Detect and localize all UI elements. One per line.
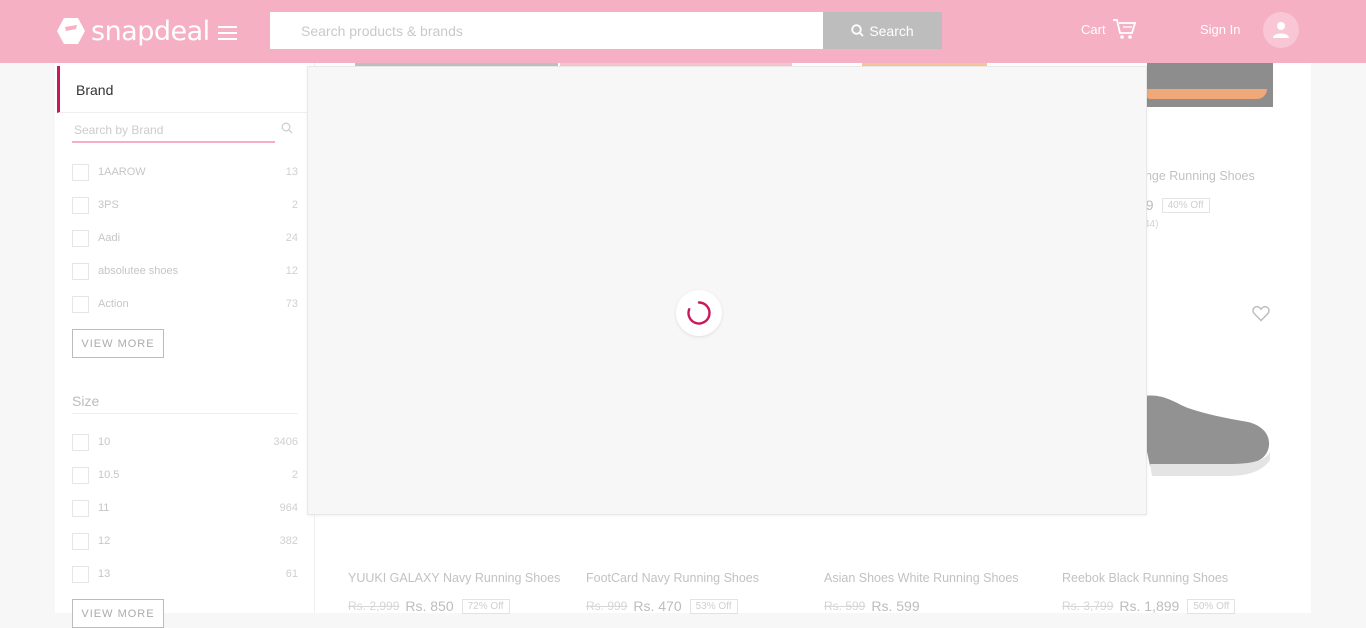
size-filter-option[interactable]: 10 3406 — [72, 433, 298, 451]
filter-count: 382 — [279, 535, 298, 547]
filter-label: 10.5 — [98, 469, 120, 481]
filter-count: 12 — [285, 265, 298, 277]
product-title[interactable]: ange Running Shoes — [1138, 169, 1255, 183]
size-filter-option[interactable]: 10.5 2 — [72, 466, 298, 484]
size-filter-option[interactable]: 11 964 — [72, 499, 298, 517]
size-filter-option[interactable]: 13 61 — [72, 565, 298, 583]
product-title[interactable]: Asian Shoes White Running Shoes — [824, 571, 1019, 585]
checkbox[interactable] — [72, 433, 89, 451]
cart-label: Cart — [1081, 21, 1106, 37]
loading-overlay — [307, 66, 1147, 515]
product-price-row: Rs. 3,799 Rs. 1,899 50% Off — [1062, 598, 1236, 614]
filter-label: absolutee shoes — [98, 265, 179, 277]
product-price-row: Rs. 999 Rs. 470 53% Off — [586, 598, 738, 614]
filter-count: 2 — [291, 469, 298, 481]
user-avatar[interactable] — [1263, 12, 1299, 48]
product-price-row: 99 40% Off — [1138, 197, 1210, 213]
size-view-more-button[interactable]: VIEW MORE — [72, 599, 164, 628]
checkbox[interactable] — [72, 466, 89, 484]
product-price: Rs. 599 — [871, 598, 920, 614]
menu-icon[interactable] — [218, 26, 237, 40]
checkbox[interactable] — [72, 499, 89, 517]
brand-filter-option[interactable]: absolutee shoes 12 — [72, 262, 298, 280]
filter-label: 13 — [98, 568, 111, 580]
product-price: Rs. 850 — [405, 598, 454, 614]
filter-count: 24 — [285, 232, 298, 244]
user-icon — [1273, 22, 1289, 38]
cart-button[interactable]: Cart — [1081, 18, 1136, 40]
product-title[interactable]: YUUKI GALAXY Navy Running Shoes — [348, 571, 560, 585]
checkbox[interactable] — [72, 262, 89, 280]
product-title[interactable]: FootCard Navy Running Shoes — [586, 571, 759, 585]
snapdeal-logo-icon — [57, 18, 85, 44]
wishlist-heart-icon[interactable] — [1252, 305, 1270, 322]
discount-badge: 40% Off — [1161, 197, 1210, 213]
product-price: Rs. 1,899 — [1119, 598, 1180, 614]
search-icon — [851, 24, 864, 37]
product-price-row: Rs. 599 Rs. 599 — [824, 598, 920, 614]
brand-filter-option[interactable]: 3PS 2 — [72, 196, 298, 214]
product-image[interactable] — [1130, 378, 1275, 482]
sign-in-link[interactable]: Sign In — [1200, 22, 1240, 37]
search-button-label: Search — [869, 22, 914, 39]
filter-label: 3PS — [98, 199, 119, 211]
search-input[interactable]: Search products & brands — [270, 12, 823, 49]
checkbox[interactable] — [72, 532, 89, 550]
spinner-icon — [687, 301, 711, 325]
cart-icon — [1112, 19, 1136, 39]
brand-filter-header[interactable]: Brand — [57, 66, 315, 113]
original-price: Rs. 2,999 — [348, 599, 400, 613]
snapdeal-logo[interactable]: snapdeal — [56, 15, 210, 47]
size-filter-option[interactable]: 12 382 — [72, 532, 298, 550]
product-title[interactable]: Reebok Black Running Shoes — [1062, 571, 1228, 585]
discount-badge: 50% Off — [1187, 598, 1236, 614]
filter-label: Action — [98, 298, 129, 310]
checkbox[interactable] — [72, 565, 89, 583]
brand-view-more-button[interactable]: VIEW MORE — [72, 329, 164, 358]
product-price: Rs. 470 — [633, 598, 682, 614]
logo-text: snapdeal — [91, 15, 210, 47]
product-image[interactable] — [1147, 63, 1273, 107]
loading-spinner — [676, 290, 722, 336]
filter-label: 10 — [98, 436, 111, 448]
search-button[interactable]: Search — [823, 12, 942, 49]
brand-filter-option[interactable]: 1AAROW 13 — [72, 163, 298, 181]
product-price-row: Rs. 2,999 Rs. 850 72% Off — [348, 598, 510, 614]
discount-badge: 72% Off — [461, 598, 510, 614]
filter-count: 2 — [291, 199, 298, 211]
checkbox[interactable] — [72, 163, 89, 181]
checkbox[interactable] — [72, 196, 89, 214]
filter-label: 12 — [98, 535, 111, 547]
filter-count: 964 — [279, 502, 298, 514]
brand-filter-title: Brand — [76, 82, 114, 98]
original-price: Rs. 999 — [586, 599, 628, 613]
search-placeholder: Search products & brands — [301, 23, 463, 39]
checkbox[interactable] — [72, 295, 89, 313]
filter-count: 61 — [285, 568, 298, 580]
filter-label: 1AAROW — [98, 166, 146, 178]
brand-filter-option[interactable]: Aadi 24 — [72, 229, 298, 247]
filter-label: 11 — [98, 502, 110, 514]
search-icon[interactable] — [281, 122, 293, 134]
original-price: Rs. 3,799 — [1062, 599, 1114, 613]
size-filter-title[interactable]: Size — [72, 393, 298, 414]
filter-count: 13 — [285, 166, 298, 178]
discount-badge: 53% Off — [689, 598, 738, 614]
filter-count: 3406 — [273, 436, 298, 448]
checkbox[interactable] — [72, 229, 89, 247]
brand-filter-option[interactable]: Action 73 — [72, 295, 298, 313]
filter-label: Aadi — [98, 232, 121, 244]
filter-count: 73 — [285, 298, 298, 310]
brand-search-input[interactable]: Search by Brand — [72, 118, 275, 143]
original-price: Rs. 599 — [824, 599, 866, 613]
